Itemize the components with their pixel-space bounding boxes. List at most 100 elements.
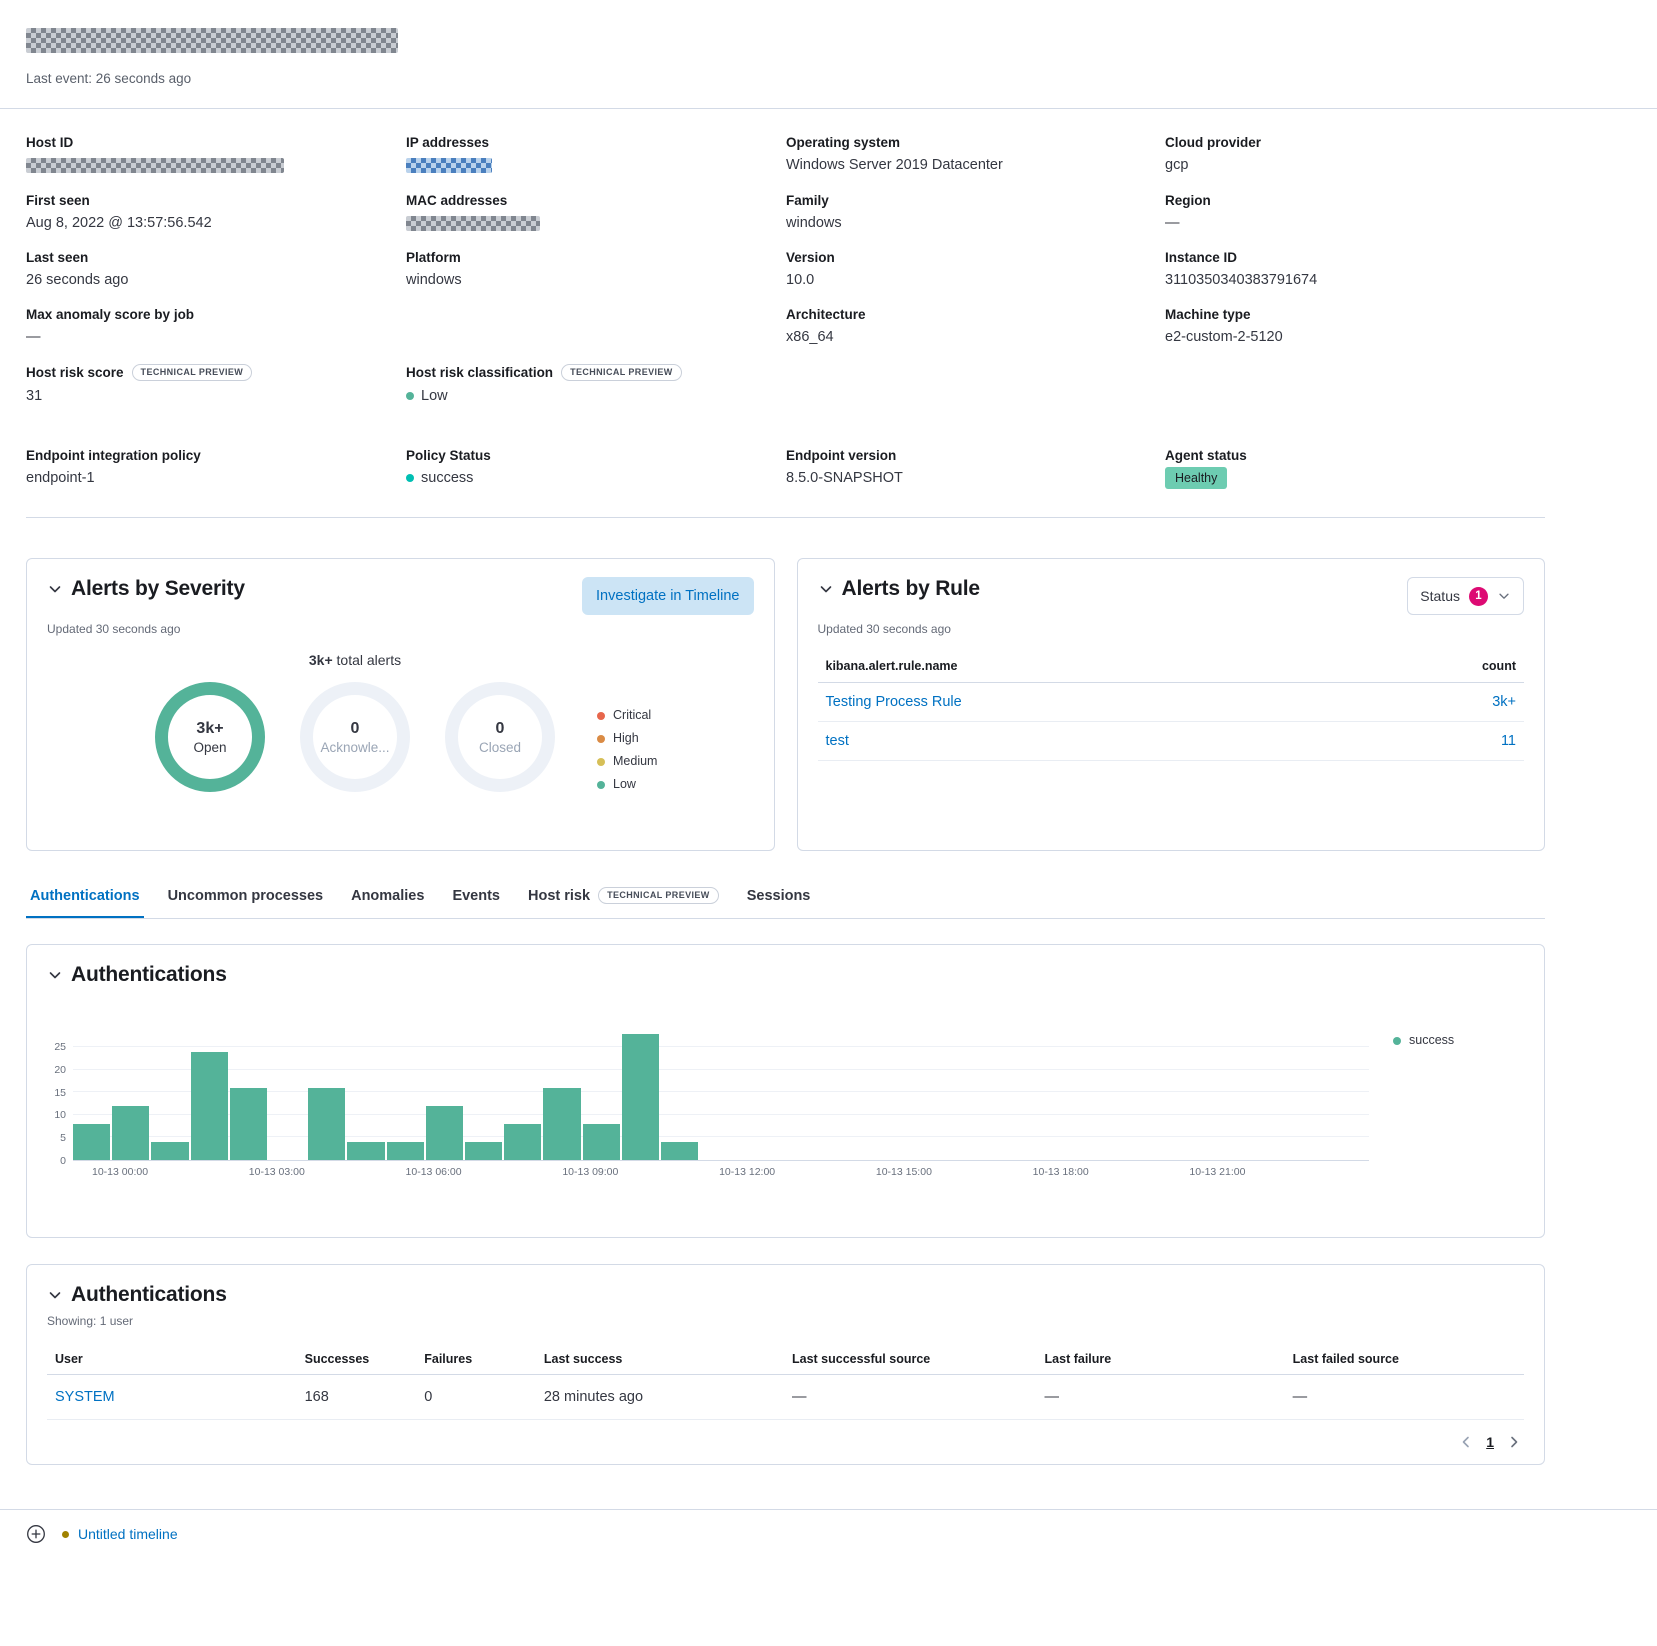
severity-legend: Critical High Medium Low	[597, 704, 657, 796]
previous-page-icon[interactable]	[1456, 1432, 1476, 1452]
page-1-button[interactable]: 1	[1478, 1432, 1502, 1452]
tab-label: Anomalies	[351, 888, 424, 904]
field-value: Windows Server 2019 Datacenter	[786, 157, 1165, 173]
technical-preview-badge: TECHNICAL PREVIEW	[561, 364, 682, 381]
x-axis-tick: 10-13 12:00	[719, 1166, 775, 1178]
tab-anomalies[interactable]: Anomalies	[347, 881, 428, 918]
gridline	[73, 1114, 1369, 1115]
field-host-id: Host ID	[26, 135, 406, 193]
showing-count-text: Showing: 1 user	[47, 1314, 1524, 1328]
gridline	[73, 1069, 1369, 1070]
y-axis-tick: 15	[54, 1087, 66, 1099]
collapse-chevron-icon[interactable]	[47, 967, 63, 983]
rule-name-link[interactable]: Testing Process Rule	[826, 694, 962, 710]
auth-chart-bar	[308, 1088, 345, 1160]
field-value: x86_64	[786, 329, 1165, 345]
last-failed-source-cell: —	[1285, 1375, 1524, 1420]
technical-preview-badge: TECHNICAL PREVIEW	[132, 364, 253, 381]
status-filter-dropdown[interactable]: Status 1	[1407, 577, 1524, 615]
agent-healthy-badge: Healthy	[1165, 467, 1227, 489]
field-label: Host risk score	[26, 365, 124, 380]
user-link[interactable]: SYSTEM	[55, 1389, 115, 1405]
count-column-header: count	[1482, 659, 1516, 673]
donut-label: Acknowle...	[320, 740, 389, 755]
field-label: Version	[786, 250, 1165, 265]
last-successful-source-cell: —	[784, 1375, 1037, 1420]
field-operating-system: Operating system Windows Server 2019 Dat…	[786, 135, 1165, 193]
host-id-redacted	[26, 158, 284, 173]
tab-host-risk[interactable]: Host risk TECHNICAL PREVIEW	[524, 881, 723, 918]
next-page-icon[interactable]	[1504, 1432, 1524, 1452]
alerts-donut-group: 3k+ total alerts 3k+ Open 0 Ac	[155, 652, 555, 792]
auth-chart-legend: success	[1369, 1029, 1524, 1188]
field-value: 31	[26, 388, 406, 404]
gridline	[73, 1091, 1369, 1092]
column-header-failures: Failures	[416, 1344, 536, 1375]
success-dot-icon	[406, 474, 414, 482]
investigate-in-timeline-button[interactable]: Investigate in Timeline	[582, 577, 753, 615]
auth-chart-yaxis: 0510152025	[47, 1029, 73, 1161]
auth-chart-bar	[426, 1106, 463, 1160]
field-machine-type: Machine type e2-custom-2-5120	[1165, 307, 1545, 364]
tab-uncommon-processes[interactable]: Uncommon processes	[164, 881, 328, 918]
legend-label: Low	[613, 773, 636, 796]
x-axis-tick: 10-13 09:00	[562, 1166, 618, 1178]
legend-label: success	[1409, 1029, 1454, 1052]
x-axis-tick: 10-13 03:00	[249, 1166, 305, 1178]
column-header-last-failure: Last failure	[1037, 1344, 1285, 1375]
chevron-down-icon	[1497, 589, 1511, 603]
ip-addresses-redacted[interactable]	[406, 158, 492, 173]
high-dot-icon	[597, 735, 605, 743]
untitled-timeline-button[interactable]: Untitled timeline	[62, 1526, 178, 1542]
total-alerts-suffix: total alerts	[333, 652, 401, 668]
field-mac-addresses: MAC addresses	[406, 193, 786, 250]
host-overview-grid: Host ID IP addresses Operating system Wi…	[26, 135, 1545, 404]
field-label: Host risk classification	[406, 365, 553, 380]
auth-chart-bar	[465, 1142, 502, 1160]
field-label: Max anomaly score by job	[26, 307, 406, 322]
field-value: 3110350340383791674	[1165, 272, 1545, 288]
column-header-last-failed-source: Last failed source	[1285, 1344, 1524, 1375]
rule-name-link[interactable]: test	[826, 733, 849, 749]
collapse-chevron-icon[interactable]	[47, 581, 63, 597]
timeline-status-dot-icon	[62, 1531, 69, 1538]
tab-events[interactable]: Events	[448, 881, 504, 918]
last-event-text: Last event: 26 seconds ago	[26, 71, 1545, 86]
last-failure-cell: —	[1037, 1375, 1285, 1420]
technical-preview-badge: TECHNICAL PREVIEW	[598, 887, 719, 904]
collapse-chevron-icon[interactable]	[47, 1287, 63, 1303]
rule-count-link[interactable]: 11	[1501, 733, 1516, 749]
legend-item-high: High	[597, 727, 657, 750]
table-row: SYSTEM 168 0 28 minutes ago — — —	[47, 1375, 1524, 1420]
field-host-risk-classification: Host risk classification TECHNICAL PREVI…	[406, 364, 786, 404]
field-region: Region —	[1165, 193, 1545, 250]
field-label: Cloud provider	[1165, 135, 1545, 150]
tab-label: Events	[452, 888, 500, 904]
field-label: Region	[1165, 193, 1545, 208]
plus-in-circle-icon[interactable]	[26, 1524, 46, 1544]
table-header-row: User Successes Failures Last success Las…	[47, 1344, 1524, 1375]
updated-text: Updated 30 seconds ago	[818, 622, 1525, 636]
field-host-risk-score: Host risk score TECHNICAL PREVIEW 31	[26, 364, 406, 404]
field-policy-status: Policy Status success	[406, 448, 786, 489]
collapse-chevron-icon[interactable]	[818, 581, 834, 597]
donut-value: 0	[479, 720, 521, 738]
column-header-successes: Successes	[297, 1344, 417, 1375]
header-divider	[0, 108, 1657, 109]
legend-label: Critical	[613, 704, 651, 727]
auth-chart-bar	[622, 1034, 659, 1160]
field-endpoint-version: Endpoint version 8.5.0-SNAPSHOT	[786, 448, 1165, 489]
updated-text: Updated 30 seconds ago	[47, 622, 754, 636]
critical-dot-icon	[597, 712, 605, 720]
auth-chart-bar	[151, 1142, 188, 1160]
field-max-anomaly-score: Max anomaly score by job —	[26, 307, 406, 364]
tab-authentications[interactable]: Authentications	[26, 881, 144, 918]
field-version: Version 10.0	[786, 250, 1165, 307]
acknowledged-alerts-donut: 0 Acknowle...	[300, 682, 410, 792]
field-family: Family windows	[786, 193, 1165, 250]
tab-sessions[interactable]: Sessions	[743, 881, 815, 918]
field-platform: Platform windows	[406, 250, 786, 307]
rule-count-link[interactable]: 3k+	[1492, 694, 1516, 710]
last-success-cell: 28 minutes ago	[536, 1375, 784, 1420]
auth-chart-bar	[387, 1142, 424, 1160]
